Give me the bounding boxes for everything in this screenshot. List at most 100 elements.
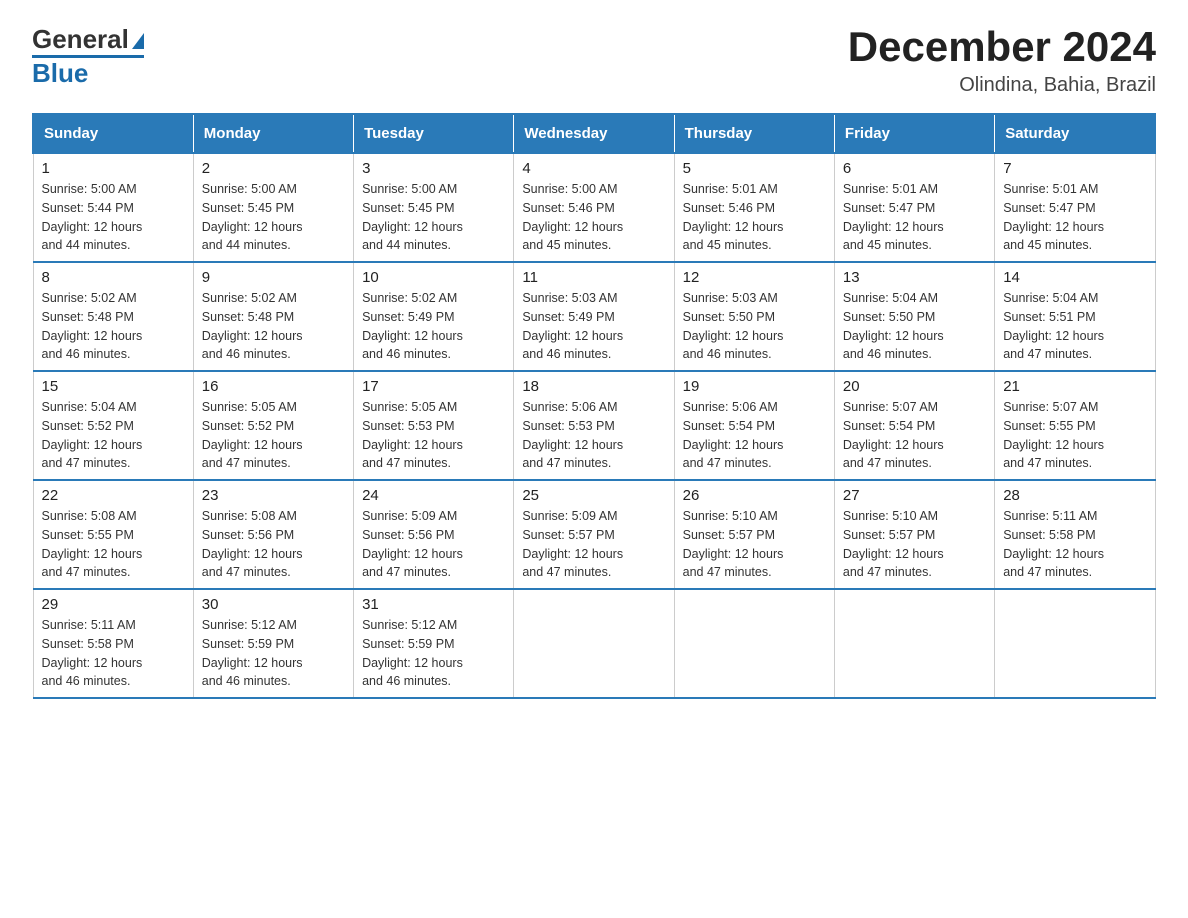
day-number: 2 <box>202 160 345 177</box>
day-number: 6 <box>843 160 986 177</box>
day-info: Sunrise: 5:05 AMSunset: 5:52 PMDaylight:… <box>202 398 345 473</box>
day-number: 28 <box>1003 487 1146 504</box>
day-info: Sunrise: 5:03 AMSunset: 5:50 PMDaylight:… <box>683 289 826 364</box>
day-number: 23 <box>202 487 345 504</box>
day-number: 12 <box>683 269 826 286</box>
calendar-table: SundayMondayTuesdayWednesdayThursdayFrid… <box>32 113 1156 699</box>
calendar-day-header: Saturday <box>995 114 1155 153</box>
day-info: Sunrise: 5:02 AMSunset: 5:48 PMDaylight:… <box>202 289 345 364</box>
calendar-cell: 23 Sunrise: 5:08 AMSunset: 5:56 PMDayligh… <box>193 480 353 589</box>
day-info: Sunrise: 5:00 AMSunset: 5:45 PMDaylight:… <box>362 180 505 255</box>
day-info: Sunrise: 5:02 AMSunset: 5:49 PMDaylight:… <box>362 289 505 364</box>
logo-general-text: General <box>32 24 129 55</box>
day-info: Sunrise: 5:03 AMSunset: 5:49 PMDaylight:… <box>522 289 665 364</box>
day-number: 10 <box>362 269 505 286</box>
calendar-cell: 13 Sunrise: 5:04 AMSunset: 5:50 PMDayligh… <box>834 262 994 371</box>
day-info: Sunrise: 5:07 AMSunset: 5:54 PMDaylight:… <box>843 398 986 473</box>
day-info: Sunrise: 5:00 AMSunset: 5:45 PMDaylight:… <box>202 180 345 255</box>
calendar-cell: 5 Sunrise: 5:01 AMSunset: 5:46 PMDaylight… <box>674 153 834 262</box>
day-number: 4 <box>522 160 665 177</box>
calendar-cell: 22Sunrise: 5:08 AMSunset: 5:55 PMDayligh… <box>33 480 193 589</box>
day-info: Sunrise: 5:05 AMSunset: 5:53 PMDaylight:… <box>362 398 505 473</box>
day-number: 11 <box>522 269 665 286</box>
calendar-cell: 9 Sunrise: 5:02 AMSunset: 5:48 PMDaylight… <box>193 262 353 371</box>
calendar-cell: 30 Sunrise: 5:12 AMSunset: 5:59 PMDayligh… <box>193 589 353 698</box>
calendar-cell: 16 Sunrise: 5:05 AMSunset: 5:52 PMDayligh… <box>193 371 353 480</box>
calendar-cell: 17 Sunrise: 5:05 AMSunset: 5:53 PMDayligh… <box>354 371 514 480</box>
day-info: Sunrise: 5:10 AMSunset: 5:57 PMDaylight:… <box>683 507 826 582</box>
calendar-day-header: Monday <box>193 114 353 153</box>
day-number: 9 <box>202 269 345 286</box>
day-number: 8 <box>42 269 185 286</box>
day-info: Sunrise: 5:06 AMSunset: 5:53 PMDaylight:… <box>522 398 665 473</box>
calendar-cell: 21 Sunrise: 5:07 AMSunset: 5:55 PMDayligh… <box>995 371 1155 480</box>
day-number: 17 <box>362 378 505 395</box>
day-number: 15 <box>42 378 185 395</box>
day-info: Sunrise: 5:04 AMSunset: 5:50 PMDaylight:… <box>843 289 986 364</box>
calendar-cell: 19Sunrise: 5:06 AMSunset: 5:54 PMDayligh… <box>674 371 834 480</box>
calendar-cell: 4 Sunrise: 5:00 AMSunset: 5:46 PMDaylight… <box>514 153 674 262</box>
day-number: 26 <box>683 487 826 504</box>
calendar-cell: 14Sunrise: 5:04 AMSunset: 5:51 PMDayligh… <box>995 262 1155 371</box>
calendar-cell: 2 Sunrise: 5:00 AMSunset: 5:45 PMDaylight… <box>193 153 353 262</box>
day-info: Sunrise: 5:12 AMSunset: 5:59 PMDaylight:… <box>202 616 345 691</box>
calendar-cell <box>834 589 994 698</box>
title-block: December 2024 Olindina, Bahia, Brazil <box>848 24 1156 97</box>
day-info: Sunrise: 5:12 AMSunset: 5:59 PMDaylight:… <box>362 616 505 691</box>
day-info: Sunrise: 5:11 AMSunset: 5:58 PMDaylight:… <box>42 616 185 691</box>
day-info: Sunrise: 5:00 AMSunset: 5:44 PMDaylight:… <box>42 180 185 255</box>
logo: General Blue <box>32 24 144 89</box>
day-number: 29 <box>42 596 185 613</box>
main-title: December 2024 <box>848 24 1156 70</box>
calendar-cell: 31 Sunrise: 5:12 AMSunset: 5:59 PMDayligh… <box>354 589 514 698</box>
calendar-cell: 8 Sunrise: 5:02 AMSunset: 5:48 PMDaylight… <box>33 262 193 371</box>
day-info: Sunrise: 5:01 AMSunset: 5:46 PMDaylight:… <box>683 180 826 255</box>
day-info: Sunrise: 5:09 AMSunset: 5:56 PMDaylight:… <box>362 507 505 582</box>
calendar-cell <box>674 589 834 698</box>
calendar-cell: 3 Sunrise: 5:00 AMSunset: 5:45 PMDaylight… <box>354 153 514 262</box>
day-number: 5 <box>683 160 826 177</box>
calendar-cell: 10 Sunrise: 5:02 AMSunset: 5:49 PMDayligh… <box>354 262 514 371</box>
day-info: Sunrise: 5:04 AMSunset: 5:52 PMDaylight:… <box>42 398 185 473</box>
subtitle: Olindina, Bahia, Brazil <box>848 74 1156 97</box>
day-number: 7 <box>1003 160 1146 177</box>
calendar-day-header: Friday <box>834 114 994 153</box>
day-info: Sunrise: 5:04 AMSunset: 5:51 PMDaylight:… <box>1003 289 1146 364</box>
day-number: 31 <box>362 596 505 613</box>
day-info: Sunrise: 5:07 AMSunset: 5:55 PMDaylight:… <box>1003 398 1146 473</box>
day-info: Sunrise: 5:08 AMSunset: 5:55 PMDaylight:… <box>42 507 185 582</box>
calendar-cell: 27Sunrise: 5:10 AMSunset: 5:57 PMDayligh… <box>834 480 994 589</box>
calendar-day-header: Sunday <box>33 114 193 153</box>
calendar-cell: 15 Sunrise: 5:04 AMSunset: 5:52 PMDayligh… <box>33 371 193 480</box>
calendar-cell <box>514 589 674 698</box>
day-number: 3 <box>362 160 505 177</box>
day-number: 20 <box>843 378 986 395</box>
calendar-cell: 25Sunrise: 5:09 AMSunset: 5:57 PMDayligh… <box>514 480 674 589</box>
calendar-cell <box>995 589 1155 698</box>
day-info: Sunrise: 5:09 AMSunset: 5:57 PMDaylight:… <box>522 507 665 582</box>
calendar-cell: 24 Sunrise: 5:09 AMSunset: 5:56 PMDayligh… <box>354 480 514 589</box>
calendar-cell: 11 Sunrise: 5:03 AMSunset: 5:49 PMDayligh… <box>514 262 674 371</box>
day-number: 13 <box>843 269 986 286</box>
calendar-cell: 26 Sunrise: 5:10 AMSunset: 5:57 PMDayligh… <box>674 480 834 589</box>
day-number: 1 <box>42 160 185 177</box>
calendar-day-header: Thursday <box>674 114 834 153</box>
day-number: 24 <box>362 487 505 504</box>
calendar-cell: 28 Sunrise: 5:11 AMSunset: 5:58 PMDayligh… <box>995 480 1155 589</box>
calendar-cell: 6 Sunrise: 5:01 AMSunset: 5:47 PMDaylight… <box>834 153 994 262</box>
day-number: 18 <box>522 378 665 395</box>
day-number: 19 <box>683 378 826 395</box>
day-info: Sunrise: 5:01 AMSunset: 5:47 PMDaylight:… <box>843 180 986 255</box>
day-info: Sunrise: 5:08 AMSunset: 5:56 PMDaylight:… <box>202 507 345 582</box>
page-header: General Blue December 2024 Olindina, Bah… <box>32 24 1156 97</box>
day-number: 16 <box>202 378 345 395</box>
day-number: 30 <box>202 596 345 613</box>
calendar-day-header: Wednesday <box>514 114 674 153</box>
day-info: Sunrise: 5:11 AMSunset: 5:58 PMDaylight:… <box>1003 507 1146 582</box>
calendar-cell: 1 Sunrise: 5:00 AMSunset: 5:44 PMDaylight… <box>33 153 193 262</box>
day-info: Sunrise: 5:01 AMSunset: 5:47 PMDaylight:… <box>1003 180 1146 255</box>
logo-blue-text: Blue <box>32 58 88 89</box>
day-info: Sunrise: 5:00 AMSunset: 5:46 PMDaylight:… <box>522 180 665 255</box>
day-number: 21 <box>1003 378 1146 395</box>
day-info: Sunrise: 5:02 AMSunset: 5:48 PMDaylight:… <box>42 289 185 364</box>
